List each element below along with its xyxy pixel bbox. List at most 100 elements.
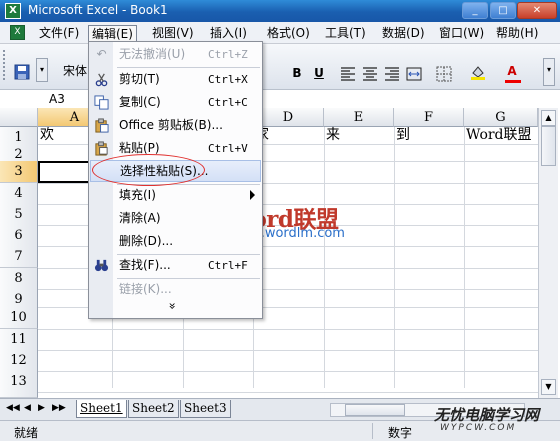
menu-item-office-clipboard-label: Office 剪贴板(B)... xyxy=(119,118,223,132)
undo-icon: ↶ xyxy=(96,47,107,61)
toolbar-overflow-button[interactable]: ▾ xyxy=(36,58,48,82)
menu-item-undo[interactable]: ↶ 无法撤消(U) Ctrl+Z xyxy=(90,44,261,66)
menu-item-links[interactable]: 链接(K)... xyxy=(90,279,261,301)
sheet-tab-sheet3[interactable]: Sheet3 xyxy=(180,400,231,418)
scissors-icon xyxy=(95,73,108,87)
row-header-7[interactable]: 7 xyxy=(0,246,38,268)
row-header-3[interactable]: 3 xyxy=(0,161,38,183)
menu-file[interactable]: 文件(F) xyxy=(36,25,82,42)
close-button[interactable]: ✕ xyxy=(517,2,557,19)
last-sheet-button[interactable]: ▶▶ xyxy=(52,403,66,413)
menu-item-cut[interactable]: 剪切(T) Ctrl+X xyxy=(90,69,261,91)
menu-insert[interactable]: 插入(I) xyxy=(207,25,250,42)
binoculars-icon xyxy=(94,259,109,272)
underline-button[interactable]: U xyxy=(312,64,326,82)
fill-color-icon[interactable] xyxy=(470,64,486,80)
menu-item-copy[interactable]: 复制(C) Ctrl+C xyxy=(90,92,261,114)
menu-bar: X 文件(F) 编辑(E) 视图(V) 插入(I) 格式(O) 工具(T) 数据… xyxy=(0,22,560,58)
menu-item-office-clipboard[interactable]: Office 剪贴板(B)... xyxy=(90,115,261,137)
sheet-tab-sheet2[interactable]: Sheet2 xyxy=(128,400,179,418)
cell-f1[interactable]: 到 xyxy=(394,125,464,146)
font-color-swatch xyxy=(505,80,521,83)
gridline xyxy=(38,371,538,372)
status-num-lock: 数字 xyxy=(388,426,413,440)
scroll-down-button[interactable]: ▼ xyxy=(541,379,556,395)
row-header-12[interactable]: 12 xyxy=(0,350,38,372)
menu-item-delete-label: 删除(D)... xyxy=(119,234,174,248)
menu-item-find-label: 查找(F)... xyxy=(119,258,171,272)
menu-item-cut-shortcut: Ctrl+X xyxy=(208,73,248,86)
save-icon[interactable] xyxy=(14,64,30,80)
excel-window: X Microsoft Excel - Book1 _ □ ✕ X 文件(F) … xyxy=(0,0,560,441)
align-right-icon[interactable] xyxy=(384,66,400,82)
cell-g1[interactable]: Word联盟 xyxy=(464,125,538,146)
font-color-button[interactable]: A xyxy=(505,62,519,80)
site-watermark: 无忧电脑学习网 xyxy=(434,406,540,424)
menu-separator xyxy=(117,67,260,68)
status-ready: 就绪 xyxy=(14,426,39,440)
menu-view[interactable]: 视图(V) xyxy=(149,25,197,42)
menu-item-clear[interactable]: 清除(A) xyxy=(90,208,261,230)
align-center-icon[interactable] xyxy=(362,66,378,82)
maximize-button[interactable]: □ xyxy=(490,2,516,19)
menu-item-cut-label: 剪切(T) xyxy=(119,72,160,86)
status-divider xyxy=(372,423,373,439)
merge-center-icon[interactable] xyxy=(406,66,422,82)
row-header-4[interactable]: 4 xyxy=(0,183,38,205)
menu-item-copy-label: 复制(C) xyxy=(119,95,161,109)
menu-item-fill[interactable]: 填充(I) xyxy=(90,185,261,207)
menu-item-find[interactable]: 查找(F)... Ctrl+F xyxy=(90,255,261,277)
menu-item-delete[interactable]: 删除(D)... xyxy=(90,231,261,253)
menu-help[interactable]: 帮助(H) xyxy=(493,25,541,42)
borders-icon[interactable] xyxy=(436,66,452,82)
formatting-toolbar: ▾ 宋体 B I U A ▾ xyxy=(0,44,560,90)
menu-item-find-shortcut: Ctrl+F xyxy=(208,259,248,272)
workbook-icon[interactable]: X xyxy=(10,25,25,40)
menu-data[interactable]: 数据(D) xyxy=(379,25,428,42)
menu-item-links-label: 链接(K)... xyxy=(119,282,172,296)
next-sheet-button[interactable]: ▶ xyxy=(38,403,45,413)
toolbar-grip[interactable] xyxy=(3,50,7,80)
font-name-box[interactable]: 宋体 xyxy=(60,62,90,80)
minimize-button[interactable]: _ xyxy=(462,2,488,19)
menu-item-clear-label: 清除(A) xyxy=(119,211,161,225)
copy-icon xyxy=(94,95,109,110)
menu-edit[interactable]: 编辑(E) xyxy=(88,25,137,42)
menu-item-undo-label: 无法撤消(U) xyxy=(119,47,186,61)
align-left-icon[interactable] xyxy=(340,66,356,82)
scroll-up-button[interactable]: ▲ xyxy=(541,110,556,126)
vertical-scrollbar[interactable]: ▲ ▼ xyxy=(538,108,558,398)
horizontal-scroll-thumb[interactable] xyxy=(345,404,405,416)
bold-button[interactable]: B xyxy=(290,64,304,82)
row-header-8[interactable]: 8 xyxy=(0,268,38,290)
gridline xyxy=(324,127,325,388)
menu-window[interactable]: 窗口(W) xyxy=(436,25,487,42)
row-header-5[interactable]: 5 xyxy=(0,204,38,226)
cell-e1[interactable]: 来 xyxy=(324,125,394,146)
row-header-10[interactable]: 10 xyxy=(0,307,38,329)
vertical-scroll-thumb[interactable] xyxy=(541,126,556,166)
gridline xyxy=(394,127,395,388)
menu-format[interactable]: 格式(O) xyxy=(264,25,313,42)
gridline xyxy=(464,127,465,388)
worksheet-grid[interactable] xyxy=(0,108,560,398)
title-bar: X Microsoft Excel - Book1 _ □ ✕ xyxy=(0,0,560,22)
toolbar-options-button[interactable]: ▾ xyxy=(543,58,555,86)
select-all-corner[interactable] xyxy=(0,108,38,127)
menu-tools[interactable]: 工具(T) xyxy=(322,25,369,42)
menu-item-fill-label: 填充(I) xyxy=(119,188,156,202)
paste-icon xyxy=(95,141,108,156)
menu-item-copy-shortcut: Ctrl+C xyxy=(208,96,248,109)
submenu-arrow-icon xyxy=(250,190,255,200)
row-header-6[interactable]: 6 xyxy=(0,225,38,247)
window-title: Microsoft Excel - Book1 xyxy=(28,3,168,17)
sheet-tab-sheet1[interactable]: Sheet1 xyxy=(76,400,127,418)
row-header-13[interactable]: 13 xyxy=(0,371,38,398)
excel-app-icon[interactable]: X xyxy=(5,3,21,19)
row-header-11[interactable]: 11 xyxy=(0,329,38,351)
name-box[interactable]: A3 xyxy=(4,90,94,108)
prev-sheet-button[interactable]: ◀ xyxy=(24,403,31,413)
expand-menu-chevron-icon[interactable]: » xyxy=(166,302,180,309)
first-sheet-button[interactable]: ◀◀ xyxy=(6,403,20,413)
gridline xyxy=(38,392,538,393)
